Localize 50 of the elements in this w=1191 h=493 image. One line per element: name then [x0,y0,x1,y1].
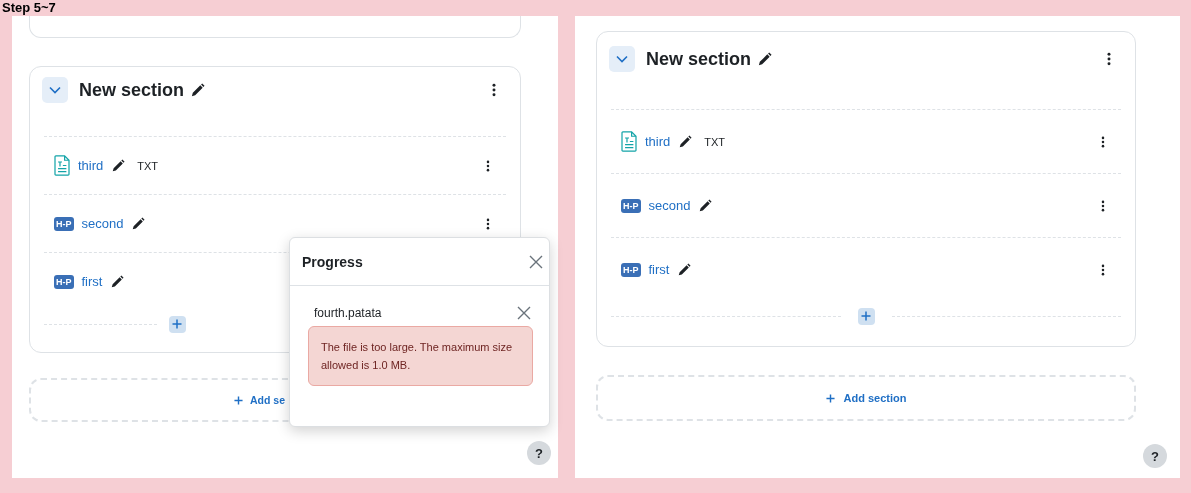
more-options-icon[interactable] [1101,263,1105,276]
pencil-icon[interactable] [757,51,773,67]
collapse-button[interactable] [42,77,68,103]
chevron-icon [616,55,628,63]
document-icon [621,131,637,152]
activity-link[interactable]: first [648,262,670,277]
file-type-label: TXT [137,159,159,172]
hp-icon: H-P [621,262,641,277]
more-options-icon[interactable] [492,83,496,97]
section-title: New section [646,48,752,70]
pencil-icon[interactable] [190,82,206,98]
add-activity-button[interactable] [857,307,875,325]
pencil-icon[interactable] [698,198,713,213]
activity-link[interactable]: first [81,274,103,289]
add-section-button[interactable]: Add section [596,375,1136,421]
pencil-icon[interactable] [678,134,693,149]
activity-link[interactable]: second [81,216,124,231]
section-title: New section [79,79,185,101]
dialog-title: Progress [302,253,363,270]
pencil-icon[interactable] [131,216,146,231]
more-options-icon[interactable] [486,159,490,172]
close-icon[interactable] [517,306,531,320]
error-message: The file is too large. The maximum size allowed is 1.0 MB. [308,326,533,386]
hp-icon: H-P [54,274,74,289]
chevron-icon [49,86,61,94]
plus-icon [172,319,182,329]
close-icon[interactable] [529,254,543,269]
help-button[interactable]: ? [527,441,551,465]
pencil-icon[interactable] [677,262,692,277]
hp-icon: H-P [621,198,641,213]
activity-link[interactable]: second [648,198,691,213]
more-options-icon[interactable] [1107,52,1111,66]
plus-icon [825,393,835,403]
more-options-icon[interactable] [1101,199,1105,212]
more-options-icon[interactable] [1101,135,1105,148]
add-activity-button[interactable] [168,315,186,333]
collapse-button[interactable] [609,46,635,72]
activity-link[interactable]: third [78,158,104,173]
document-icon [54,155,70,176]
step-label: Step 5~7 [1,0,57,16]
more-options-icon[interactable] [486,217,490,230]
file-name: fourth.patata [314,306,382,320]
pencil-icon[interactable] [111,158,126,173]
activity-link[interactable]: third [645,134,671,149]
plus-icon [234,395,243,405]
file-type-label: TXT [704,135,726,148]
pencil-icon[interactable] [110,274,125,289]
hp-icon: H-P [54,216,74,231]
help-button[interactable]: ? [1143,444,1167,468]
plus-icon [861,311,871,321]
